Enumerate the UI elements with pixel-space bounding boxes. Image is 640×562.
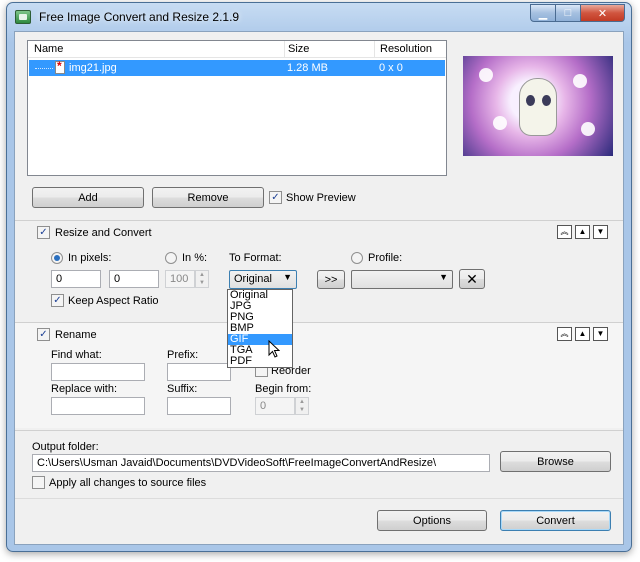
delete-profile-button[interactable]: ✕ (459, 269, 485, 289)
begin-from-input[interactable]: 0 (255, 397, 295, 415)
format-select[interactable]: Original ▼ (229, 270, 297, 289)
resize-convert-section: ✓ Resize and Convert ︽ ▲ ▼ In pixels: 0 … (15, 220, 623, 320)
format-dropdown-list[interactable]: Original JPG PNG BMP GIF TGA PDF (227, 289, 293, 368)
app-window: Free Image Convert and Resize 2.1.9 ▁ □ … (6, 2, 632, 552)
show-preview-label: Show Preview (286, 192, 356, 204)
prefix-input[interactable] (167, 363, 231, 381)
footer-bar: Options Convert (15, 498, 623, 544)
title-bar[interactable]: Free Image Convert and Resize 2.1.9 ▁ □ … (7, 3, 631, 31)
rename-title: Rename (55, 329, 97, 341)
output-folder-label: Output folder: (32, 441, 99, 453)
rename-section: ✓ Rename ︽ ▲ ▼ Find what: Prefix: Reorde… (15, 322, 623, 428)
in-pixels-label: In pixels: (68, 252, 112, 264)
preview-eye (542, 95, 551, 106)
options-button[interactable]: Options (377, 510, 487, 531)
file-list[interactable]: Name Size Resolution img21.jpg 1.28 MB 0… (27, 40, 447, 176)
mouse-cursor-icon (268, 340, 280, 358)
suffix-label: Suffix: (167, 383, 198, 395)
suffix-input[interactable] (167, 397, 231, 415)
remove-button[interactable]: Remove (152, 187, 264, 208)
profile-radio[interactable] (351, 252, 363, 264)
move-up-icon[interactable]: ▲ (575, 225, 590, 239)
column-size[interactable]: Size (288, 43, 309, 55)
move-down-icon[interactable]: ▼ (593, 225, 608, 239)
show-preview-checkbox[interactable]: ✓ (269, 191, 282, 204)
to-format-label: To Format: (229, 252, 282, 264)
maximize-button[interactable]: □ (556, 4, 581, 22)
preview-detail (581, 122, 595, 136)
minimize-button[interactable]: ▁ (530, 4, 556, 22)
window-controls: ▁ □ ✕ (530, 4, 625, 22)
convert-button[interactable]: Convert (500, 510, 611, 531)
replace-with-label: Replace with: (51, 383, 118, 395)
in-percent-label: In %: (182, 252, 208, 264)
profile-select[interactable]: ▼ (351, 270, 453, 289)
apply-profile-button[interactable]: >> (317, 270, 345, 289)
list-header: Name Size Resolution (28, 41, 446, 58)
in-percent-radio[interactable] (165, 252, 177, 264)
replace-with-input[interactable] (51, 397, 145, 415)
move-up-icon[interactable]: ▲ (575, 327, 590, 341)
percent-spinner[interactable]: ▲ ▼ (195, 270, 209, 288)
chevron-down-icon: ▼ (283, 272, 292, 282)
preview-detail (479, 68, 493, 82)
collapse-icon[interactable]: ︽ (557, 225, 572, 239)
find-what-input[interactable] (51, 363, 145, 381)
client-area: Name Size Resolution img21.jpg 1.28 MB 0… (14, 31, 624, 545)
file-size: 1.28 MB (287, 62, 328, 74)
minimize-icon: ▁ (538, 7, 548, 20)
move-down-icon[interactable]: ▼ (593, 327, 608, 341)
column-name[interactable]: Name (34, 43, 63, 55)
image-preview (463, 56, 613, 156)
height-input[interactable]: 0 (109, 270, 159, 288)
keep-aspect-checkbox[interactable]: ✓ (51, 294, 64, 307)
close-button[interactable]: ✕ (581, 4, 625, 22)
format-option[interactable]: PDF (228, 356, 292, 367)
format-selected: Original (234, 273, 272, 285)
preview-character (519, 78, 557, 136)
begin-from-spinner[interactable]: ▲ ▼ (295, 397, 309, 415)
window-title: Free Image Convert and Resize 2.1.9 (39, 10, 240, 24)
preview-detail (493, 116, 507, 130)
prefix-label: Prefix: (167, 349, 199, 361)
files-panel: Name Size Resolution img21.jpg 1.28 MB 0… (15, 32, 623, 210)
keep-aspect-label: Keep Aspect Ratio (68, 295, 159, 307)
column-separator[interactable] (284, 41, 285, 58)
percent-input[interactable]: 100 (165, 270, 195, 288)
apply-to-source-checkbox[interactable] (32, 476, 45, 489)
close-icon: ✕ (597, 7, 608, 20)
maximize-icon: □ (564, 7, 572, 19)
column-separator[interactable] (374, 41, 375, 58)
resize-convert-title: Resize and Convert (55, 227, 152, 239)
begin-from-label: Begin from: (255, 383, 312, 395)
browse-button[interactable]: Browse (500, 451, 611, 472)
app-icon (15, 10, 31, 24)
width-input[interactable]: 0 (51, 270, 101, 288)
file-resolution: 0 x 0 (379, 62, 403, 74)
file-name: img21.jpg (69, 62, 117, 74)
rename-checkbox[interactable]: ✓ (37, 328, 50, 341)
preview-eye (526, 95, 535, 106)
output-folder-input[interactable]: C:\Users\Usman Javaid\Documents\DVDVideo… (32, 454, 490, 472)
collapse-icon[interactable]: ︽ (557, 327, 572, 341)
in-pixels-radio[interactable] (51, 252, 63, 264)
image-file-icon (55, 59, 65, 74)
chevron-down-icon: ▼ (439, 272, 448, 282)
find-what-label: Find what: (51, 349, 102, 361)
add-button[interactable]: Add (32, 187, 144, 208)
preview-detail (573, 74, 587, 88)
resize-convert-checkbox[interactable]: ✓ (37, 226, 50, 239)
tree-line (35, 68, 53, 69)
table-row[interactable]: img21.jpg 1.28 MB 0 x 0 (29, 59, 445, 76)
column-resolution[interactable]: Resolution (380, 43, 432, 55)
profile-label: Profile: (368, 252, 403, 264)
apply-to-source-label: Apply all changes to source files (49, 477, 207, 489)
